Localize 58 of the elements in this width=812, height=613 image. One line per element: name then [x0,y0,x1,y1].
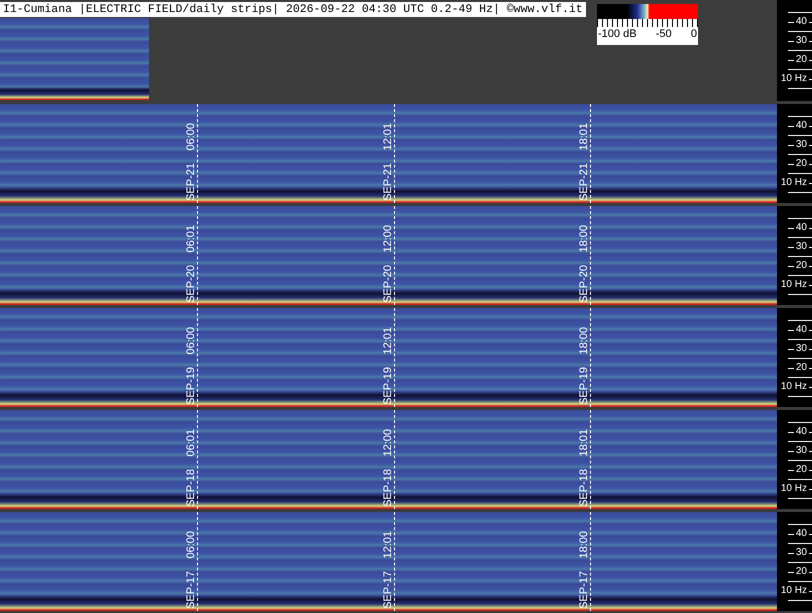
date-label: SEP-19 [382,367,394,405]
time-label: 12:01 [382,531,394,559]
axis-label: 40 [794,324,809,335]
date-label: SEP-19 [185,367,197,405]
time-label: 06:01 [185,429,197,457]
axis-label: 10 Hz [778,483,809,494]
time-label: 12:00 [382,429,394,457]
date-label: SEP-17 [185,571,197,609]
axis-label: 20 [794,54,809,65]
date-label: SEP-20 [185,265,197,303]
axis-label: 40 [794,222,809,233]
axis-label: 20 [794,362,809,373]
time-label: 12:00 [382,225,394,253]
axis-label: 30 [794,343,809,354]
date-label: SEP-20 [578,265,590,303]
axis-label: 30 [794,547,809,558]
time-label: 18:01 [578,429,590,457]
axis-label: 30 [794,445,809,456]
date-label: SEP-21 [578,163,590,201]
time-label: 18:00 [578,327,590,355]
axis-label: 40 [794,528,809,539]
time-label: 12:01 [382,123,394,151]
axis-label: 30 [794,139,809,150]
date-label: SEP-17 [382,571,394,609]
date-label: SEP-19 [578,367,590,405]
axis-label: 10 Hz [778,279,809,290]
date-label: SEP-18 [578,469,590,507]
axis-label: 20 [794,158,809,169]
scale-label: -100 dB [598,27,637,41]
time-label: 18:01 [578,123,590,151]
date-label: SEP-21 [382,163,394,201]
time-label: 06:00 [185,327,197,355]
scale-label: 0 [690,27,697,41]
date-label: SEP-21 [185,163,197,201]
time-label: 06:01 [185,225,197,253]
time-label: 18:00 [578,225,590,253]
date-label: SEP-20 [382,265,394,303]
date-label: SEP-18 [382,469,394,507]
axis-label: 20 [794,566,809,577]
scale-label: -50 [656,27,672,41]
date-label: SEP-17 [578,571,590,609]
axis-label: 10 Hz [778,73,809,84]
axis-label: 30 [794,35,809,46]
axis-label: 10 Hz [778,177,809,188]
axis-label: 10 Hz [778,381,809,392]
axis-label: 20 [794,260,809,271]
time-label: 06:00 [185,123,197,151]
axis-label: 30 [794,241,809,252]
time-label: 18:00 [578,531,590,559]
chart-title: I1-Cumiana |ELECTRIC FIELD/daily strips| 2026-09-22 04:30 UTC 0.2-49 Hz| ©www.vlf.it [0,2,586,17]
date-label: SEP-18 [185,469,197,507]
time-label: 06:00 [185,531,197,559]
axis-label: 40 [794,120,809,131]
axis-label: 40 [794,16,809,27]
axis-label: 20 [794,464,809,475]
time-label: 12:01 [382,327,394,355]
axis-label: 40 [794,426,809,437]
axis-label: 10 Hz [778,585,809,596]
